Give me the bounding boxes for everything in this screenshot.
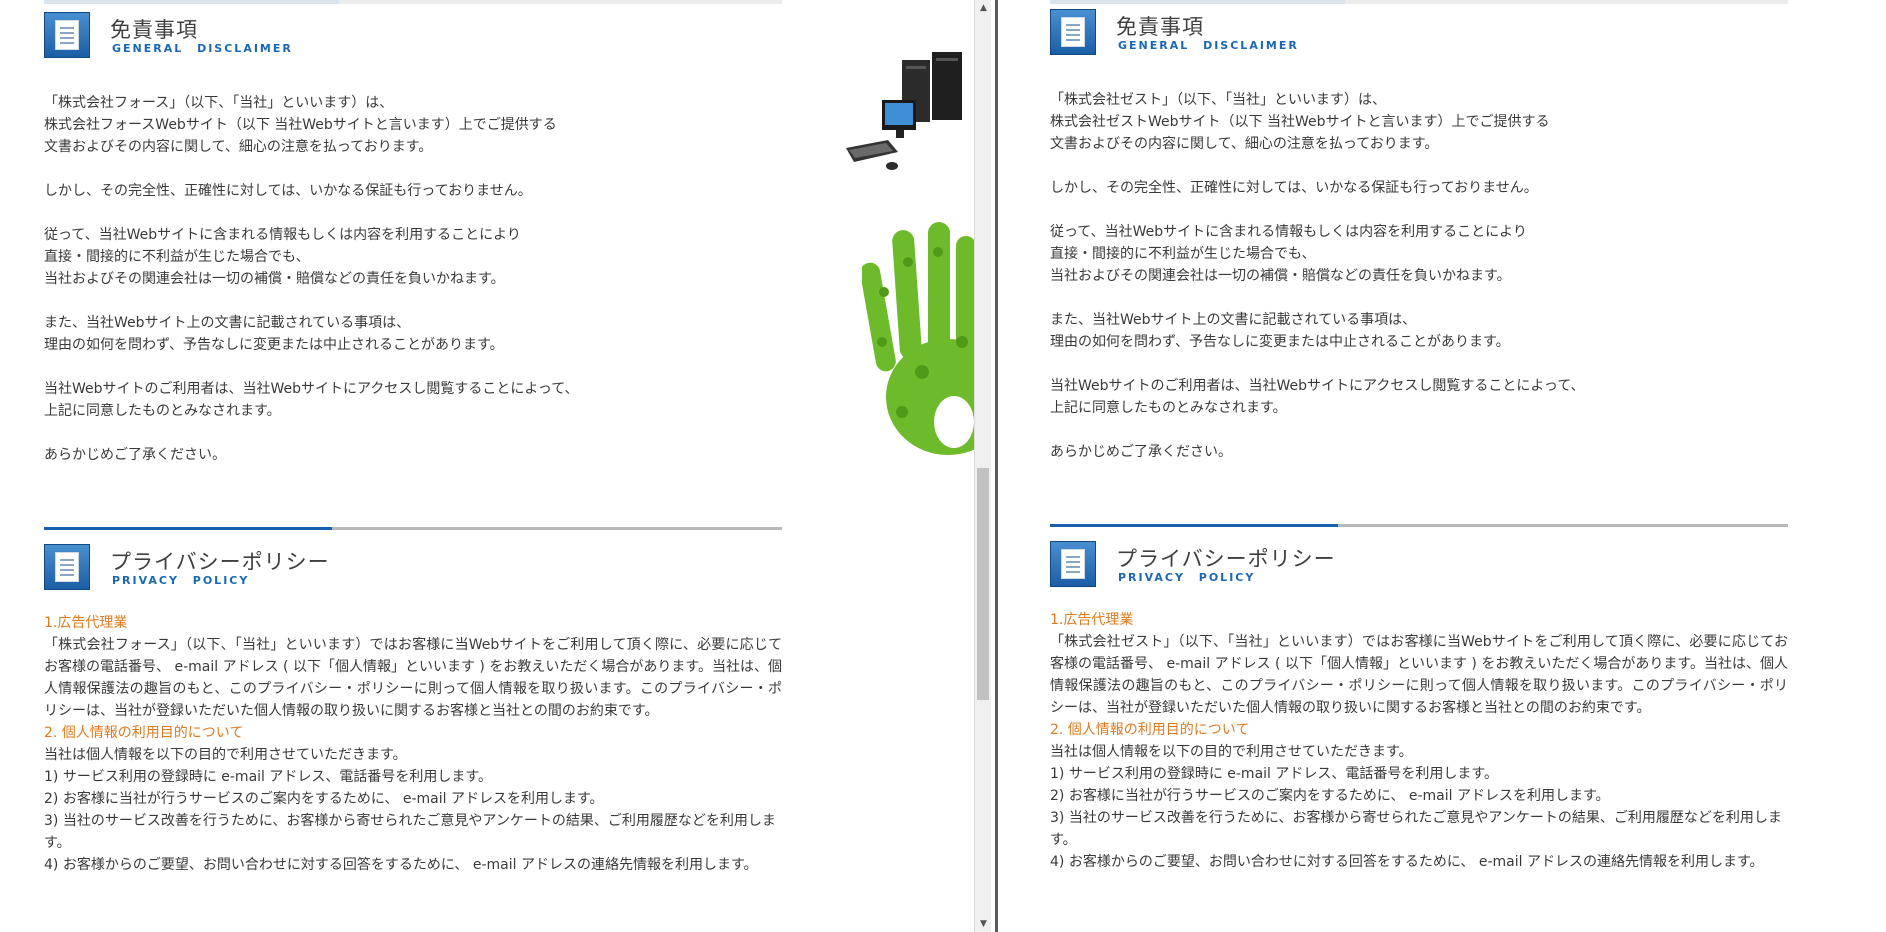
pane-divider[interactable] — [991, 0, 1004, 932]
privacy-body-1: 「株式会社フォース」（以下、「当社」といいます）ではお客様に当Webサイトをご利… — [44, 637, 782, 719]
top-divider-line — [44, 0, 782, 4]
privacy-list-item: 4) お客様からのご要望、お問い合わせに対する回答をするために、 e-mail … — [44, 857, 758, 873]
privacy-heading-2: 2. 個人情報の利用目的について — [44, 725, 244, 741]
disclaimer-section: 免責事項 GENERAL DISCLAIMER 「株式会社フォース」（以下、「当… — [44, 12, 782, 488]
privacy-list-item: 2) お客様に当社が行うサービスのご案内をするために、 e-mail アドレスを… — [1050, 788, 1610, 804]
disclaimer-subtitle: GENERAL DISCLAIMER — [112, 42, 293, 55]
privacy-header: プライバシーポリシー PRIVACY POLICY — [44, 544, 782, 600]
disclaimer-paragraph: あらかじめご了承ください。 — [1050, 444, 1232, 460]
disclaimer-subtitle: GENERAL DISCLAIMER — [1118, 39, 1299, 52]
disclaimer-header: 免責事項 GENERAL DISCLAIMER — [44, 12, 782, 68]
left-scrollbar[interactable]: ▲ ▼ — [974, 0, 992, 932]
disclaimer-section: 免責事項 GENERAL DISCLAIMER 「株式会社ゼスト」（以下、「当社… — [1050, 9, 1788, 485]
privacy-list-item: 3) 当社のサービス改善を行うために、お客様から寄せられたご意見やアンケートの結… — [1050, 810, 1782, 848]
document-icon — [44, 544, 90, 590]
disclaimer-paragraph: また、当社Webサイト上の文書に記載されている事項は、 理由の如何を問わず、予告… — [44, 315, 504, 353]
disclaimer-paragraph: 「株式会社フォース」（以下、「当社」といいます）は、 株式会社フォースWebサイ… — [44, 95, 557, 155]
privacy-list-item: 3) 当社のサービス改善を行うために、お客様から寄せられたご意見やアンケートの結… — [44, 813, 776, 851]
disclaimer-paragraph: あらかじめご了承ください。 — [44, 447, 226, 463]
privacy-heading-1: 1.広告代理業 — [1050, 612, 1134, 628]
privacy-heading-1: 1.広告代理業 — [44, 615, 128, 631]
privacy-title: プライバシーポリシー — [110, 550, 330, 574]
document-icon — [1050, 9, 1096, 55]
disclaimer-paragraph: 従って、当社Webサイトに含まれる情報もしくは内容を利用することにより 直接・間… — [1050, 224, 1527, 284]
disclaimer-paragraph: しかし、その完全性、正確性に対しては、いかなる保証も行っておりません。 — [44, 183, 532, 199]
left-browser-pane: 免責事項 GENERAL DISCLAIMER 「株式会社フォース」（以下、「当… — [0, 0, 974, 932]
document-icon — [44, 12, 90, 58]
privacy-heading-2: 2. 個人情報の利用目的について — [1050, 722, 1250, 738]
disclaimer-paragraph: しかし、その完全性、正確性に対しては、いかなる保証も行っておりません。 — [1050, 180, 1538, 196]
disclaimer-paragraph: また、当社Webサイト上の文書に記載されている事項は、 理由の如何を問わず、予告… — [1050, 312, 1510, 350]
privacy-list-item: 4) お客様からのご要望、お問い合わせに対する回答をするために、 e-mail … — [1050, 854, 1764, 870]
privacy-list: 当社は個人情報を以下の目的で利用させていただきます。 1) サービス利用の登録時… — [44, 744, 782, 876]
green-leaf-hand-illustration — [862, 222, 974, 455]
disclaimer-paragraph: 「株式会社ゼスト」（以下、「当社」といいます）は、 株式会社ゼストWebサイト（… — [1050, 92, 1550, 152]
privacy-list-item: 1) サービス利用の登録時に e-mail アドレス、電話番号を利用します。 — [1050, 766, 1498, 782]
privacy-subtitle: PRIVACY POLICY — [112, 574, 250, 587]
privacy-section: プライバシーポリシー PRIVACY POLICY 1.広告代理業 「株式会社ゼ… — [1050, 524, 1788, 873]
disclaimer-title: 免責事項 — [110, 18, 198, 42]
privacy-body-1: 「株式会社ゼスト」（以下、「当社」といいます）ではお客様に当Webサイトをご利用… — [1050, 634, 1788, 716]
scroll-down-arrow-icon[interactable]: ▼ — [975, 916, 992, 932]
privacy-section: プライバシーポリシー PRIVACY POLICY 1.広告代理業 「株式会社フ… — [44, 527, 782, 876]
privacy-list-item: 2) お客様に当社が行うサービスのご案内をするために、 e-mail アドレスを… — [44, 791, 604, 807]
privacy-header: プライバシーポリシー PRIVACY POLICY — [1050, 541, 1788, 597]
scroll-up-arrow-icon[interactable]: ▲ — [975, 0, 992, 16]
disclaimer-paragraph: 従って、当社Webサイトに含まれる情報もしくは内容を利用することにより 直接・間… — [44, 227, 521, 287]
top-divider-line — [1050, 0, 1788, 4]
document-icon — [1050, 541, 1096, 587]
disclaimer-title: 免責事項 — [1116, 15, 1204, 39]
disclaimer-paragraph: 当社Webサイトのご利用者は、当社Webサイトにアクセスし閲覧することによって、… — [1050, 378, 1585, 416]
privacy-list: 当社は個人情報を以下の目的で利用させていただきます。 1) サービス利用の登録時… — [1050, 741, 1788, 873]
right-browser-pane: 免責事項 GENERAL DISCLAIMER 「株式会社ゼスト」（以下、「当社… — [1004, 0, 1886, 932]
privacy-list-item: 当社は個人情報を以下の目的で利用させていただきます。 — [1050, 744, 1413, 760]
privacy-subtitle: PRIVACY POLICY — [1118, 571, 1256, 584]
computer-illustration — [846, 52, 962, 170]
disclaimer-paragraph: 当社Webサイトのご利用者は、当社Webサイトにアクセスし閲覧することによって、… — [44, 381, 579, 419]
disclaimer-header: 免責事項 GENERAL DISCLAIMER — [1050, 9, 1788, 65]
privacy-list-item: 当社は個人情報を以下の目的で利用させていただきます。 — [44, 747, 407, 763]
scrollbar-thumb[interactable] — [977, 468, 989, 700]
privacy-list-item: 1) サービス利用の登録時に e-mail アドレス、電話番号を利用します。 — [44, 769, 492, 785]
privacy-title: プライバシーポリシー — [1116, 547, 1336, 571]
